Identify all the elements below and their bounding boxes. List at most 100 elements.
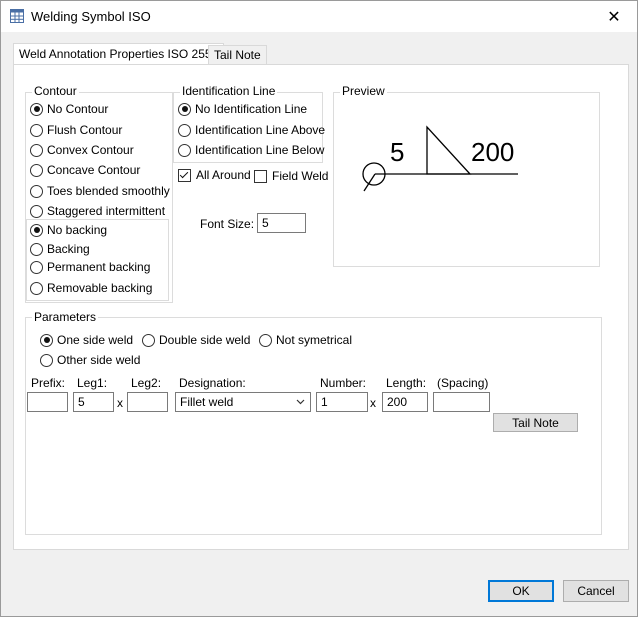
parameters-group-label: Parameters <box>32 310 99 324</box>
identification-line-group-label: Identification Line <box>180 84 278 98</box>
radio-label: Other side weld <box>57 353 141 367</box>
radio-indicator <box>30 123 43 137</box>
tail-note-button[interactable]: Tail Note <box>493 413 578 432</box>
close-button[interactable]: ✕ <box>591 1 637 32</box>
radio-label: Convex Contour <box>47 143 134 157</box>
radio-label: Toes blended smoothly <box>47 184 170 198</box>
radio-indicator <box>40 353 53 367</box>
radio-no-backing[interactable]: No backing <box>30 222 107 238</box>
radio-indicator <box>30 223 43 237</box>
prefix-label: Prefix: <box>31 376 66 390</box>
radio-backing[interactable]: Backing <box>30 241 90 257</box>
ok-button-label: OK <box>512 584 530 598</box>
radio-indicator <box>30 260 43 274</box>
radio-label: Double side weld <box>159 333 251 347</box>
tab-tail-note[interactable]: Tail Note <box>208 45 267 64</box>
radio-label: Staggered intermittent <box>47 204 166 218</box>
radio-label: Flush Contour <box>47 123 123 137</box>
leg2-label: Leg2: <box>131 376 162 390</box>
radio-toes-blended-smoothly[interactable]: Toes blended smoothly <box>30 183 170 199</box>
fillet-weld-triangle-icon <box>426 125 472 175</box>
tab-label: Tail Note <box>214 48 261 62</box>
preview-length-text: 200 <box>471 137 514 167</box>
radio-label: No Identification Line <box>195 102 308 116</box>
radio-label: Permanent backing <box>47 260 151 274</box>
number-label: Number: <box>320 376 367 390</box>
radio-no-contour[interactable]: No Contour <box>30 101 108 117</box>
radio-convex-contour[interactable]: Convex Contour <box>30 142 134 158</box>
number-input[interactable] <box>316 392 368 412</box>
field-weld-checkbox[interactable]: Field Weld <box>254 168 328 184</box>
designation-value: Fillet weld <box>180 395 234 409</box>
close-icon: ✕ <box>607 8 621 26</box>
designation-label: Designation: <box>179 376 246 390</box>
preview-group-label: Preview <box>340 84 387 98</box>
radio-indicator <box>30 242 43 256</box>
ok-button[interactable]: OK <box>488 580 554 602</box>
radio-label: Backing <box>47 242 90 256</box>
spacing-label: (Spacing) <box>437 376 489 390</box>
checkbox-label: Field Weld <box>272 169 329 183</box>
checkbox-indicator <box>178 168 191 182</box>
radio-identification-line-above[interactable]: Identification Line Above <box>178 122 325 138</box>
radio-indicator <box>30 184 43 198</box>
spacing-input[interactable] <box>433 392 490 412</box>
radio-label: No Contour <box>47 102 109 116</box>
all-around-checkbox[interactable]: All Around <box>178 167 251 183</box>
radio-indicator <box>30 163 43 177</box>
radio-not-symetrical[interactable]: Not symetrical <box>259 332 352 348</box>
radio-indicator <box>30 281 43 295</box>
radio-other-side-weld[interactable]: Other side weld <box>40 352 140 368</box>
radio-flush-contour[interactable]: Flush Contour <box>30 122 122 138</box>
checkbox-indicator <box>254 169 267 183</box>
radio-label: Removable backing <box>47 281 153 295</box>
dialog-window: Welding Symbol ISO ✕ Weld Annotation Pro… <box>0 0 638 617</box>
radio-indicator <box>40 333 53 347</box>
radio-indicator <box>30 204 43 218</box>
font-size-label: Font Size: <box>200 217 255 231</box>
radio-indicator <box>30 102 43 116</box>
leg-separator: x <box>117 396 123 410</box>
table-app-icon <box>10 9 24 23</box>
tail-note-button-label: Tail Note <box>512 416 559 430</box>
radio-label: Identification Line Below <box>195 143 325 157</box>
leg1-label: Leg1: <box>77 376 108 390</box>
font-size-input[interactable] <box>257 213 306 233</box>
tab-panel: Contour No Contour Flush Contour Convex … <box>13 64 629 550</box>
radio-indicator <box>178 102 191 116</box>
contour-group-label: Contour <box>32 84 79 98</box>
radio-concave-contour[interactable]: Concave Contour <box>30 162 140 178</box>
weld-symbol-preview: 5 200 <box>362 125 518 192</box>
arrow-line <box>363 173 376 192</box>
radio-indicator <box>142 333 155 347</box>
radio-label: No backing <box>47 223 108 237</box>
radio-staggered-intermittent[interactable]: Staggered intermittent <box>30 203 165 219</box>
checkbox-label: All Around <box>196 168 251 182</box>
radio-double-side-weld[interactable]: Double side weld <box>142 332 250 348</box>
radio-label: Identification Line Above <box>195 123 326 137</box>
radio-removable-backing[interactable]: Removable backing <box>30 280 152 296</box>
radio-indicator <box>178 143 191 157</box>
cancel-button[interactable]: Cancel <box>563 580 629 602</box>
radio-no-identification-line[interactable]: No Identification Line <box>178 101 307 117</box>
radio-indicator <box>178 123 191 137</box>
tab-label: Weld Annotation Properties ISO 2553 <box>19 47 219 61</box>
radio-label: Not symetrical <box>276 333 353 347</box>
radio-one-side-weld[interactable]: One side weld <box>40 332 133 348</box>
window-title: Welding Symbol ISO <box>31 9 151 24</box>
radio-identification-line-below[interactable]: Identification Line Below <box>178 142 324 158</box>
radio-indicator <box>30 143 43 157</box>
tab-weld-annotation-properties[interactable]: Weld Annotation Properties ISO 2553 <box>13 43 225 64</box>
cancel-button-label: Cancel <box>577 584 615 598</box>
radio-permanent-backing[interactable]: Permanent backing <box>30 259 150 275</box>
chevron-down-icon <box>296 399 305 405</box>
radio-label: Concave Contour <box>47 163 141 177</box>
leg2-input[interactable] <box>127 392 168 412</box>
radio-label: One side weld <box>57 333 134 347</box>
designation-select[interactable]: Fillet weld <box>175 392 311 412</box>
number-separator: x <box>370 396 376 410</box>
title-bar: Welding Symbol ISO ✕ <box>1 1 637 32</box>
prefix-input[interactable] <box>27 392 68 412</box>
length-input[interactable] <box>382 392 428 412</box>
leg1-input[interactable] <box>73 392 114 412</box>
